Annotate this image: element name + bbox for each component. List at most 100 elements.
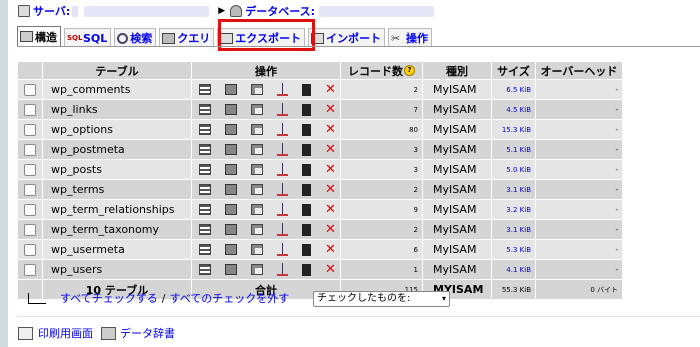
redacted-server-name[interactable] <box>84 5 210 17</box>
properties-icon[interactable] <box>277 243 288 256</box>
properties-icon[interactable] <box>277 223 288 236</box>
row-size[interactable]: 5.3 KiB <box>491 239 536 260</box>
table-name[interactable]: wp_users <box>42 259 192 280</box>
properties-icon[interactable] <box>277 163 288 176</box>
header-overhead[interactable]: オーバーヘッド <box>535 62 623 80</box>
table-name[interactable]: wp_posts <box>42 159 192 180</box>
insert-icon[interactable] <box>251 264 263 275</box>
row-checkbox[interactable] <box>24 224 36 236</box>
empty-icon[interactable] <box>302 163 311 176</box>
properties-icon[interactable] <box>277 123 288 136</box>
empty-icon[interactable] <box>302 123 311 136</box>
empty-icon[interactable] <box>302 223 311 236</box>
browse-icon[interactable] <box>199 104 211 115</box>
table-name[interactable]: wp_comments <box>42 79 192 100</box>
empty-icon[interactable] <box>302 183 311 196</box>
browse-icon[interactable] <box>199 144 211 155</box>
row-size[interactable]: 3.1 KiB <box>491 179 536 200</box>
tab-structure[interactable]: 構造 <box>17 26 61 47</box>
insert-icon[interactable] <box>251 164 263 175</box>
row-checkbox[interactable] <box>24 184 36 196</box>
with-selected-select[interactable]: チェックしたものを: ▾ <box>313 291 450 307</box>
row-size[interactable]: 5.0 KiB <box>491 159 536 180</box>
insert-icon[interactable] <box>251 124 263 135</box>
row-checkbox[interactable] <box>24 264 36 276</box>
select-icon[interactable] <box>225 144 237 155</box>
insert-icon[interactable] <box>251 104 263 115</box>
select-icon[interactable] <box>225 264 237 275</box>
print-view-link[interactable]: 印刷用画面 <box>38 325 93 341</box>
select-icon[interactable] <box>225 224 237 235</box>
properties-icon[interactable] <box>277 83 288 96</box>
table-name[interactable]: wp_options <box>42 119 192 140</box>
select-icon[interactable] <box>225 84 237 95</box>
uncheck-all-link[interactable]: すべてのチェックを外す <box>170 290 290 306</box>
empty-icon[interactable] <box>302 103 311 116</box>
row-checkbox[interactable] <box>24 84 36 96</box>
browse-icon[interactable] <box>199 244 211 255</box>
insert-icon[interactable] <box>251 144 263 155</box>
properties-icon[interactable] <box>277 263 288 276</box>
header-type[interactable]: 種別 <box>422 62 492 80</box>
header-records[interactable]: レコード数 <box>348 63 403 79</box>
browse-icon[interactable] <box>199 164 211 175</box>
browse-icon[interactable] <box>199 264 211 275</box>
select-icon[interactable] <box>225 164 237 175</box>
header-table[interactable]: テーブル <box>42 62 192 80</box>
table-name[interactable]: wp_links <box>42 99 192 120</box>
select-icon[interactable] <box>225 184 237 195</box>
drop-icon[interactable]: ✕ <box>325 143 336 156</box>
empty-icon[interactable] <box>302 83 311 96</box>
insert-icon[interactable] <box>251 244 263 255</box>
header-size[interactable]: サイズ <box>491 62 536 80</box>
tab-query[interactable]: クエリ <box>159 28 215 47</box>
drop-icon[interactable]: ✕ <box>325 203 336 216</box>
insert-icon[interactable] <box>251 184 263 195</box>
select-icon[interactable] <box>225 104 237 115</box>
database-link[interactable]: データベース: <box>245 3 315 19</box>
drop-icon[interactable]: ✕ <box>325 103 336 116</box>
row-size[interactable]: 5.1 KiB <box>491 139 536 160</box>
browse-icon[interactable] <box>199 84 211 95</box>
row-size[interactable]: 15.3 KiB <box>491 119 536 140</box>
insert-icon[interactable] <box>251 84 263 95</box>
browse-icon[interactable] <box>199 124 211 135</box>
redacted-database-name[interactable] <box>319 5 435 17</box>
row-checkbox[interactable] <box>24 144 36 156</box>
insert-icon[interactable] <box>251 204 263 215</box>
drop-icon[interactable]: ✕ <box>325 163 336 176</box>
tab-operations[interactable]: ✂ 操作 <box>387 28 432 47</box>
server-link[interactable]: サーバ: <box>33 3 70 19</box>
row-checkbox[interactable] <box>24 164 36 176</box>
drop-icon[interactable]: ✕ <box>325 263 336 276</box>
properties-icon[interactable] <box>277 203 288 216</box>
data-dictionary-icon[interactable] <box>101 326 116 340</box>
tab-sql[interactable]: SQL SQL <box>64 28 112 47</box>
row-size[interactable]: 4.5 KiB <box>491 99 536 120</box>
row-size[interactable]: 3.1 KiB <box>491 219 536 240</box>
drop-icon[interactable]: ✕ <box>325 243 336 256</box>
hint-icon[interactable]: ? <box>404 65 415 76</box>
check-all-link[interactable]: すべてチェックする <box>60 290 158 306</box>
browse-icon[interactable] <box>199 184 211 195</box>
row-size[interactable]: 4.1 KiB <box>491 259 536 280</box>
drop-icon[interactable]: ✕ <box>325 183 336 196</box>
row-checkbox[interactable] <box>24 244 36 256</box>
drop-icon[interactable]: ✕ <box>325 223 336 236</box>
select-icon[interactable] <box>225 124 237 135</box>
empty-icon[interactable] <box>302 203 311 216</box>
properties-icon[interactable] <box>277 183 288 196</box>
browse-icon[interactable] <box>199 224 211 235</box>
tab-search[interactable]: 検索 <box>114 28 157 47</box>
data-dictionary-link[interactable]: データ辞書 <box>120 325 175 341</box>
select-icon[interactable] <box>225 204 237 215</box>
browse-icon[interactable] <box>199 204 211 215</box>
insert-icon[interactable] <box>251 224 263 235</box>
empty-icon[interactable] <box>302 263 311 276</box>
properties-icon[interactable] <box>277 103 288 116</box>
row-checkbox[interactable] <box>24 104 36 116</box>
drop-icon[interactable]: ✕ <box>325 83 336 96</box>
header-records-cell[interactable]: レコード数? <box>340 62 423 80</box>
table-name[interactable]: wp_term_relationships <box>42 199 192 220</box>
drop-icon[interactable]: ✕ <box>325 123 336 136</box>
